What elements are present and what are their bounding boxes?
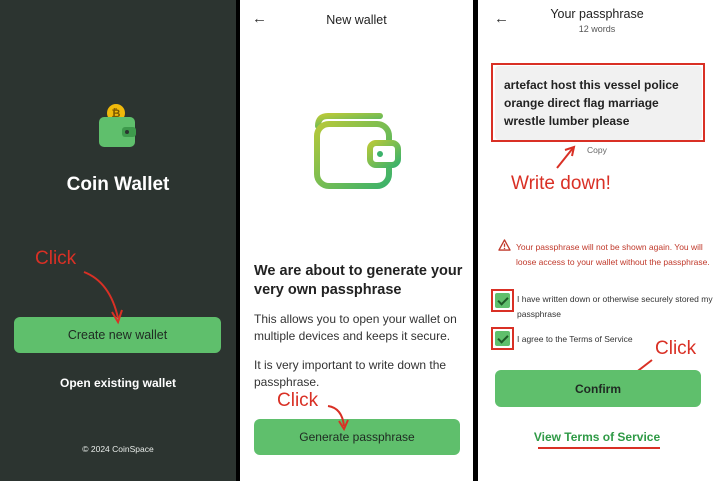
- click-annotation: Click: [277, 390, 319, 411]
- annotation-arrow-icon: [327, 405, 349, 432]
- app-title: Coin Wallet: [66, 174, 170, 195]
- new-wallet-screen: ← New wallet We are about to generate yo…: [240, 0, 473, 481]
- warning-icon: [498, 239, 511, 251]
- passphrase-box: artefact host this vessel police orange …: [495, 66, 702, 140]
- passphrase-screen: ← Your passphrase 12 words artefact host…: [478, 0, 716, 481]
- annotation-arrow-icon: [83, 271, 123, 325]
- click-annotation: Click: [35, 248, 77, 269]
- coin-wallet-logo-icon: ₿: [99, 104, 136, 147]
- annotation-underline: [538, 447, 660, 449]
- copyright-text: © 2024 CoinSpace: [82, 444, 154, 454]
- description-text: This allows you to open your wallet on m…: [254, 312, 457, 343]
- stored-passphrase-label: I have written down or otherwise securel…: [517, 294, 713, 319]
- heading: We are about to generate your very own p…: [254, 263, 463, 298]
- passphrase-warning: Your passphrase will not be shown again.…: [516, 242, 710, 267]
- copy-button[interactable]: Copy: [587, 145, 607, 155]
- wallet-icon: [314, 113, 401, 189]
- welcome-screen: ₿ Coin Wallet Create new wallet Open exi…: [0, 0, 236, 481]
- annotation-arrow-icon: [556, 145, 576, 169]
- confirm-button[interactable]: Confirm: [495, 370, 701, 407]
- warning-text: It is very important to write down the p…: [254, 358, 447, 389]
- view-terms-link[interactable]: View Terms of Service: [478, 430, 716, 444]
- write-down-annotation: Write down!: [511, 173, 611, 194]
- terms-checkbox[interactable]: [495, 331, 510, 346]
- page-title: New wallet: [326, 13, 387, 27]
- open-existing-wallet-link[interactable]: Open existing wallet: [0, 376, 236, 390]
- click-annotation: Click: [655, 338, 697, 359]
- word-count: 12 words: [578, 24, 616, 34]
- generate-passphrase-button[interactable]: Generate passphrase: [254, 419, 460, 455]
- stored-passphrase-checkbox[interactable]: [495, 293, 510, 308]
- page-title: Your passphrase: [550, 7, 644, 21]
